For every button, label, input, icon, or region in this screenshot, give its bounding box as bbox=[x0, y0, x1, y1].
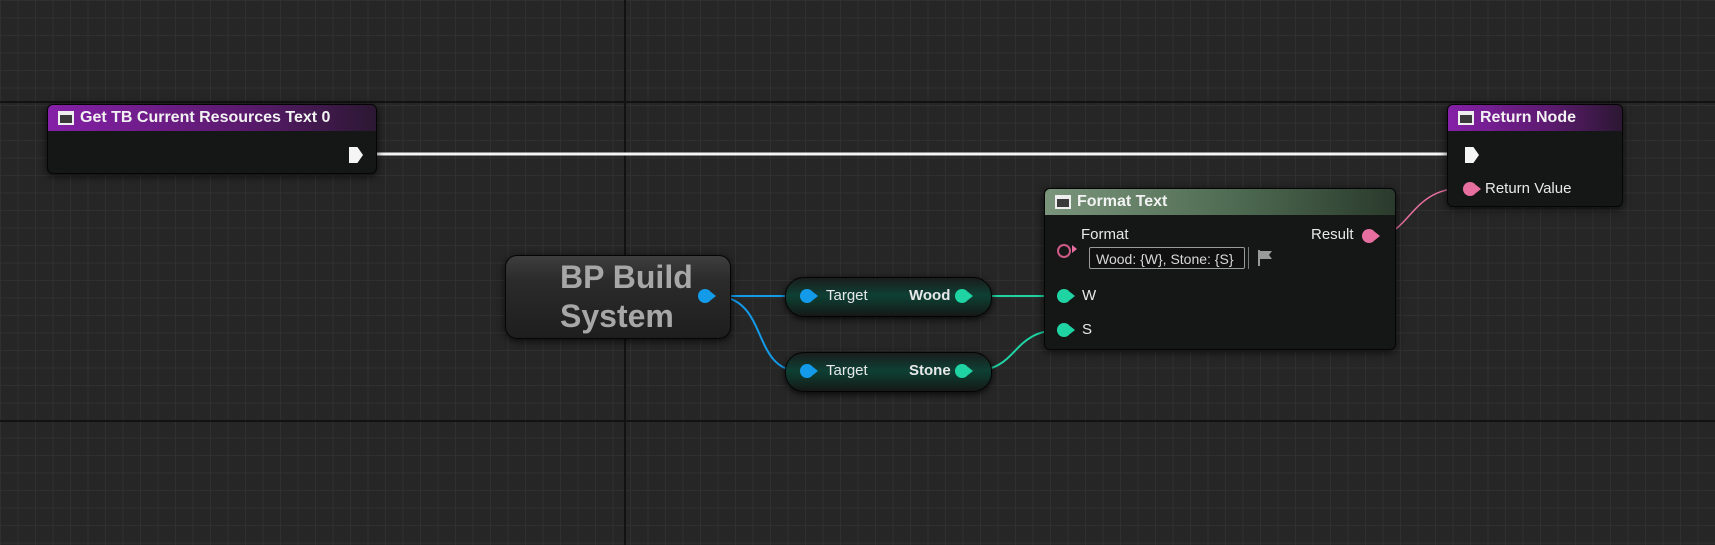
stone-target-label: Target bbox=[826, 362, 868, 379]
function-icon bbox=[1055, 195, 1071, 209]
return-value-pin[interactable] bbox=[1463, 182, 1477, 196]
return-value-label: Return Value bbox=[1485, 180, 1572, 197]
node-header[interactable]: Return Node bbox=[1448, 105, 1622, 131]
exec-output-pin[interactable] bbox=[349, 147, 363, 163]
pin-arrow-icon bbox=[1070, 292, 1075, 300]
function-icon bbox=[58, 111, 74, 125]
result-output-pin[interactable] bbox=[1362, 229, 1376, 243]
w-input-pin[interactable] bbox=[1057, 289, 1071, 303]
wood-output-pin[interactable] bbox=[955, 289, 969, 303]
return-node[interactable]: Return Node Return Value bbox=[1447, 104, 1623, 207]
pin-arrow-icon bbox=[813, 367, 818, 375]
node-header[interactable]: Format Text bbox=[1045, 189, 1395, 215]
wood-target-label: Target bbox=[826, 287, 868, 304]
wood-output-label: Wood bbox=[909, 287, 951, 304]
pin-arrow-icon bbox=[968, 292, 973, 300]
function-entry-node[interactable]: Get TB Current Resources Text 0 bbox=[47, 104, 377, 174]
s-input-pin[interactable] bbox=[1057, 323, 1071, 337]
pin-arrow-icon bbox=[1070, 326, 1075, 334]
stone-output-label: Stone bbox=[909, 362, 951, 379]
w-label: W bbox=[1082, 287, 1097, 304]
s-label: S bbox=[1082, 321, 1093, 338]
format-text-input[interactable]: Wood: {W}, Stone: {S} bbox=[1089, 247, 1245, 269]
node-header[interactable]: Get TB Current Resources Text 0 bbox=[48, 105, 376, 131]
node-title: Get TB Current Resources Text 0 bbox=[80, 109, 331, 126]
function-icon bbox=[1458, 111, 1474, 125]
result-label: Result bbox=[1311, 226, 1354, 243]
pin-arrow-icon bbox=[1072, 245, 1077, 253]
pin-arrow-icon bbox=[813, 292, 818, 300]
node-title: Format Text bbox=[1077, 193, 1168, 210]
build-system-output-pin[interactable] bbox=[698, 289, 712, 303]
pin-arrow-icon bbox=[968, 367, 973, 375]
pin-arrow-icon bbox=[1375, 232, 1380, 240]
node-title: BP Build System bbox=[560, 259, 693, 334]
stone-target-pin[interactable] bbox=[800, 364, 814, 378]
format-input-pin[interactable] bbox=[1057, 244, 1071, 258]
pin-arrow-icon bbox=[711, 292, 716, 300]
divider bbox=[1248, 247, 1249, 269]
localization-flag-icon[interactable] bbox=[1256, 249, 1274, 267]
format-label: Format bbox=[1081, 226, 1129, 243]
wire-layer bbox=[372, 152, 1465, 372]
exec-input-pin[interactable] bbox=[1465, 147, 1479, 163]
stone-output-pin[interactable] bbox=[955, 364, 969, 378]
node-title: Return Node bbox=[1480, 109, 1576, 126]
wood-target-pin[interactable] bbox=[800, 289, 814, 303]
pin-arrow-icon bbox=[1476, 185, 1481, 193]
